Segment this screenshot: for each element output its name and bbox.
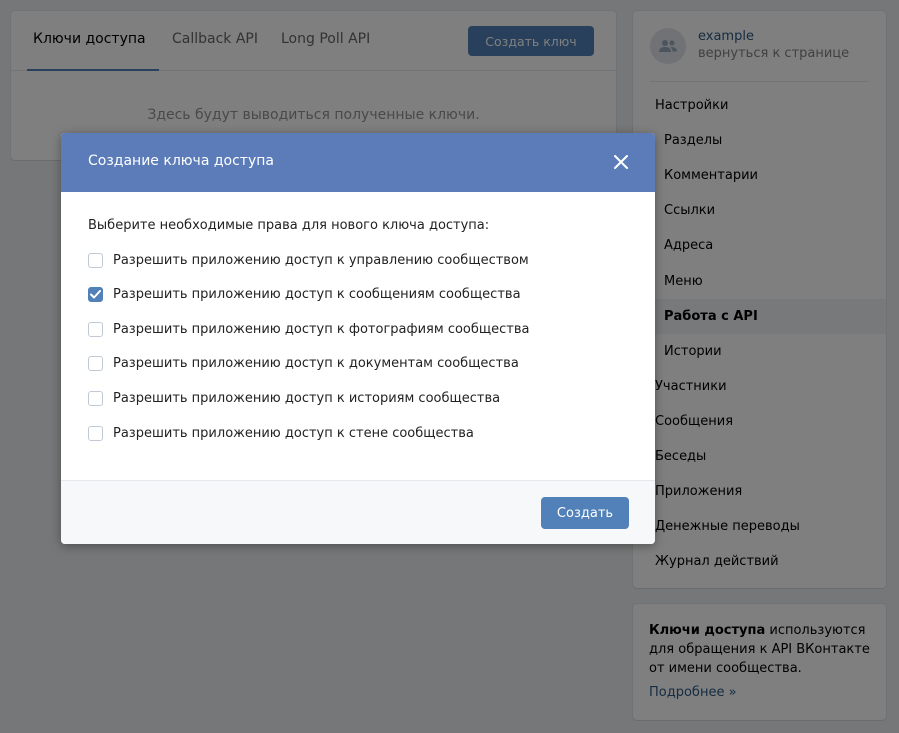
dialog-footer: Создать	[61, 480, 655, 544]
permission-row[interactable]: Разрешить приложению доступ к сообщениям…	[88, 285, 521, 305]
checkbox[interactable]	[88, 425, 103, 441]
dialog-prompt: Выберите необходимые права для нового кл…	[88, 218, 490, 233]
permission-row[interactable]: Разрешить приложению доступ к стене сооб…	[88, 423, 474, 443]
permission-label: Разрешить приложению доступ к стене сооб…	[113, 425, 474, 441]
permission-label: Разрешить приложению доступ к фотография…	[113, 321, 530, 337]
close-icon[interactable]	[609, 150, 633, 174]
dialog-title: Создание ключа доступа	[88, 153, 274, 169]
create-key-dialog: Создание ключа доступа Выберите необходи…	[61, 133, 655, 544]
permission-label: Разрешить приложению доступ к историям с…	[113, 390, 501, 406]
dialog-header: Создание ключа доступа	[61, 133, 655, 192]
permission-label: Разрешить приложению доступ к сообщениям…	[113, 287, 521, 303]
create-button[interactable]: Создать	[541, 497, 629, 529]
permission-row[interactable]: Разрешить приложению доступ к историям с…	[88, 388, 500, 408]
checkbox[interactable]	[88, 252, 103, 268]
checkbox[interactable]	[88, 390, 103, 406]
checkbox-checked[interactable]	[88, 287, 103, 303]
checkbox[interactable]	[88, 321, 103, 337]
permission-row[interactable]: Разрешить приложению доступ к управлению…	[88, 250, 529, 270]
permission-label: Разрешить приложению доступ к документам…	[113, 356, 519, 372]
checkbox[interactable]	[88, 356, 103, 372]
permission-label: Разрешить приложению доступ к управлению…	[113, 252, 529, 268]
permission-row[interactable]: Разрешить приложению доступ к фотография…	[88, 319, 529, 339]
permission-row[interactable]: Разрешить приложению доступ к документам…	[88, 354, 519, 374]
